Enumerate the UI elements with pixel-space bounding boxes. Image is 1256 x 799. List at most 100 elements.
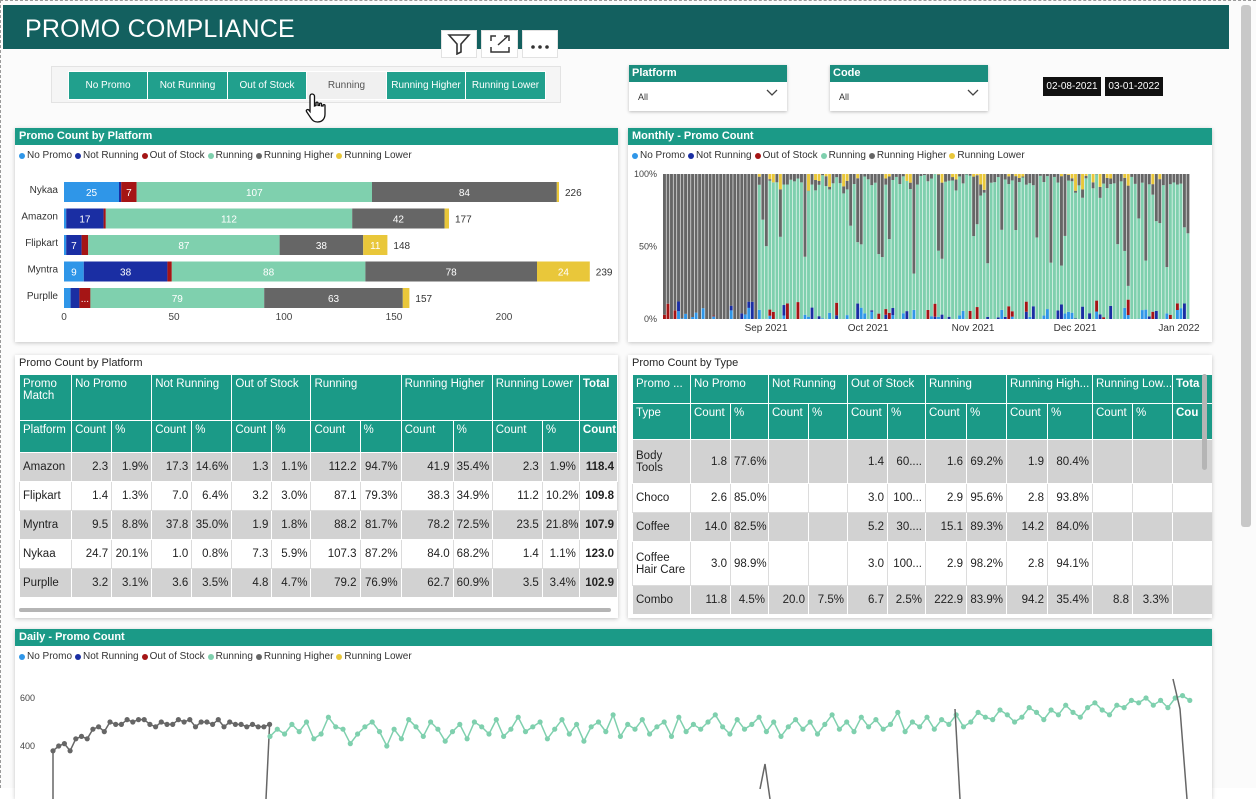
column-segment-running-higher[interactable] — [969, 174, 972, 176]
column-segment-running-higher[interactable] — [1113, 174, 1116, 183]
column-segment-running[interactable] — [811, 185, 814, 308]
column-header-out-of-stock[interactable]: Out of Stock — [232, 375, 311, 421]
data-point[interactable] — [990, 717, 995, 722]
column-segment-running[interactable] — [1007, 184, 1010, 306]
column-segment-running[interactable] — [1060, 266, 1063, 305]
data-point[interactable] — [450, 729, 455, 734]
column-segment-no-promo[interactable] — [804, 315, 807, 319]
column-segment-not-running[interactable] — [1088, 313, 1091, 319]
column-segment-running-higher[interactable] — [1151, 184, 1154, 195]
column-header-no-promo[interactable]: No Promo — [691, 375, 769, 404]
column-segment-running[interactable] — [853, 184, 856, 319]
column-segment-running-lower[interactable] — [1071, 174, 1074, 178]
data-point[interactable] — [1070, 710, 1075, 715]
data-point[interactable] — [1056, 712, 1061, 717]
data-point[interactable] — [538, 719, 543, 724]
data-point[interactable] — [961, 724, 966, 729]
column-segment-running[interactable] — [916, 185, 919, 319]
column-segment-running-higher[interactable] — [1116, 174, 1119, 244]
column-segment-running-higher[interactable] — [993, 174, 996, 182]
column-subheader-percent[interactable]: % — [731, 404, 769, 440]
horizontal-scrollbar[interactable] — [19, 608, 611, 612]
column-segment-no-promo[interactable] — [1127, 315, 1130, 319]
column-segment-running[interactable] — [944, 182, 947, 319]
data-point[interactable] — [1107, 712, 1112, 717]
column-segment-running-higher[interactable] — [1137, 174, 1140, 218]
column-segment-running-lower[interactable] — [779, 174, 782, 189]
column-segment-not-running[interactable] — [884, 315, 887, 319]
column-subheader-total[interactable]: Count — [579, 421, 617, 453]
column-segment-not-running[interactable] — [905, 311, 908, 319]
column-segment-running[interactable] — [1116, 244, 1119, 319]
column-segment-running-higher[interactable] — [1004, 174, 1007, 179]
column-segment-running-higher[interactable] — [1102, 174, 1105, 184]
slicer-option-running-lower[interactable]: Running Lower — [465, 71, 546, 100]
column-segment-running-higher[interactable] — [1014, 176, 1017, 230]
table-row[interactable]: Amazon2.31.9%17.314.6%1.31.1%112.294.7%4… — [20, 453, 618, 482]
column-segment-running-higher[interactable] — [867, 174, 870, 179]
data-point[interactable] — [603, 729, 608, 734]
column-segment-running[interactable] — [941, 259, 944, 315]
data-point[interactable] — [559, 717, 564, 722]
data-point[interactable] — [684, 729, 689, 734]
data-point[interactable] — [216, 717, 221, 722]
data-point[interactable] — [1122, 705, 1127, 710]
column-segment-running-higher[interactable] — [891, 174, 894, 180]
column-segment-no-promo[interactable] — [712, 316, 715, 319]
column-segment-running[interactable] — [1120, 181, 1123, 319]
column-segment-no-promo[interactable] — [1000, 310, 1003, 319]
column-segment-running-higher[interactable] — [923, 174, 926, 175]
column-segment-running-higher[interactable] — [1148, 174, 1151, 184]
column-segment-running-lower[interactable] — [1092, 174, 1095, 182]
column-segment-running[interactable] — [1106, 188, 1109, 319]
data-point[interactable] — [1092, 700, 1097, 705]
column-segment-running-higher[interactable] — [775, 174, 778, 182]
data-point[interactable] — [625, 722, 630, 727]
more-options-button[interactable] — [522, 30, 558, 58]
column-subheader-percent[interactable]: % — [809, 404, 848, 440]
column-segment-not-running[interactable] — [1109, 306, 1112, 319]
data-point[interactable] — [435, 727, 440, 732]
column-segment-running-higher[interactable] — [797, 174, 800, 179]
data-point[interactable] — [1049, 707, 1054, 712]
column-segment-running-higher[interactable] — [909, 183, 912, 189]
column-segment-running-higher[interactable] — [853, 174, 856, 184]
column-segment-running-lower[interactable] — [951, 174, 954, 177]
column-segment-running-higher[interactable] — [870, 174, 873, 185]
column-segment-running[interactable] — [1004, 179, 1007, 316]
data-point[interactable] — [233, 722, 238, 727]
column-segment-no-promo[interactable] — [782, 315, 785, 319]
data-point[interactable] — [62, 741, 67, 746]
column-segment-running-higher[interactable] — [877, 174, 880, 254]
data-point[interactable] — [552, 727, 557, 732]
column-segment-no-promo[interactable] — [937, 317, 940, 319]
data-point[interactable] — [632, 727, 637, 732]
data-point[interactable] — [596, 719, 601, 724]
column-subheader-count[interactable]: Count — [492, 421, 542, 453]
column-segment-running-higher[interactable] — [997, 174, 1000, 177]
data-point[interactable] — [844, 719, 849, 724]
data-point[interactable] — [1085, 705, 1090, 710]
data-point[interactable] — [757, 715, 762, 720]
data-point[interactable] — [516, 715, 521, 720]
data-point[interactable] — [859, 715, 864, 720]
column-segment-running-lower[interactable] — [1007, 174, 1010, 176]
column-segment-no-promo[interactable] — [962, 311, 965, 319]
column-segment-running[interactable] — [793, 181, 796, 319]
column-segment-not-running[interactable] — [870, 310, 873, 312]
data-point[interactable] — [662, 719, 667, 724]
data-point[interactable] — [866, 724, 871, 729]
column-subheader-percent[interactable]: % — [453, 421, 492, 453]
data-point[interactable] — [910, 719, 915, 724]
column-segment-running-higher[interactable] — [779, 189, 782, 236]
column-subheader-percent[interactable]: % — [112, 421, 152, 453]
column-segment-running-higher[interactable] — [986, 174, 989, 263]
column-segment-running-higher[interactable] — [902, 174, 905, 176]
data-point[interactable] — [282, 731, 287, 736]
data-point[interactable] — [669, 734, 674, 739]
column-segment-running[interactable] — [1127, 286, 1130, 300]
column-segment-running[interactable] — [867, 179, 870, 319]
column-segment-running-higher[interactable] — [663, 174, 666, 315]
column-segment-not-running[interactable] — [740, 313, 743, 319]
column-segment-running[interactable] — [1162, 185, 1165, 319]
